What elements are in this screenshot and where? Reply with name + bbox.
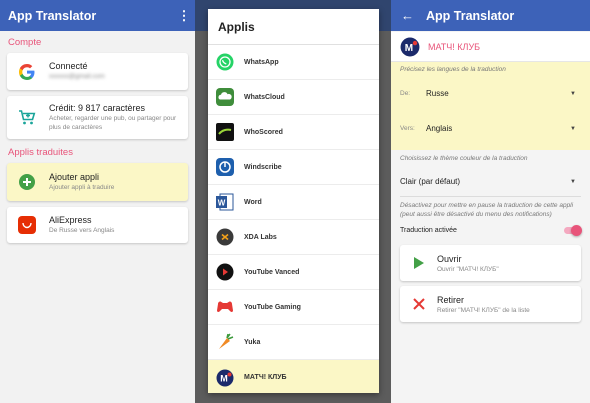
credit-title: Crédit: 9 817 caractères (49, 103, 146, 114)
app-title: App Translator (426, 8, 515, 23)
add-app-title: Ajouter appli (49, 171, 100, 182)
overflow-menu-icon[interactable]: ⋮ (177, 8, 191, 24)
dropdown-arrow-icon: ▼ (570, 125, 576, 132)
source-language-select[interactable]: De: Russe ▼ (391, 79, 590, 109)
dropdown-arrow-icon: ▼ (570, 90, 576, 97)
app-name: Windscribe (244, 163, 282, 171)
aliexpress-icon (15, 216, 39, 234)
pause-hint: Désactivez pour mettre en pause la tradu… (400, 201, 574, 218)
svg-text:W: W (218, 199, 226, 208)
match-club-icon: M (216, 369, 234, 387)
target-language-select[interactable]: Vers: Anglais ▼ (391, 114, 590, 144)
account-status: Connecté (49, 61, 88, 72)
apps-dialog: Applis WhatsApp WhatsCloud WhoScored Win… (208, 9, 379, 393)
target-language-value: Anglais (426, 124, 453, 134)
toggle-knob (571, 224, 582, 236)
remove-app-button[interactable]: Retirer Retirer "МАТЧ! КЛУБ" de la liste (400, 286, 581, 323)
svg-text:M: M (405, 42, 413, 53)
theme-select[interactable]: Clair (par défaut) ▼ (391, 168, 590, 196)
youtube-gaming-icon (216, 298, 234, 316)
credit-hint: Acheter, regarder une pub, ou partager p… (49, 115, 177, 131)
app-name: YouTube Vanced (244, 268, 300, 276)
whatscloud-icon (216, 88, 234, 106)
selected-app-header: M МАТЧ! КЛУБ (391, 32, 590, 62)
app-settings-screen: ← App Translator M МАТЧ! КЛУБ Précisez l… (391, 0, 590, 403)
app-row-whatscloud[interactable]: WhatsCloud (208, 80, 379, 115)
app-bar: ← App Translator (391, 0, 590, 31)
youtube-vanced-icon (216, 263, 234, 281)
open-title: Ouvrir (437, 253, 462, 264)
translated-app-subtitle: De Russe vers Anglais (49, 226, 115, 234)
remove-title: Retirer (437, 294, 465, 305)
play-icon (411, 256, 427, 270)
dialog-title: Applis (208, 9, 379, 45)
language-section: Précisez les langues de la traduction De… (391, 62, 590, 150)
remove-subtitle: Retirer "МАТЧ! КЛУБ" de la liste (437, 306, 530, 314)
yuka-icon (216, 333, 234, 351)
open-app-button[interactable]: Ouvrir Ouvrir "МАТЧ! КЛУБ" (400, 245, 581, 282)
whoscored-icon (216, 123, 234, 141)
target-language-label: Vers: (400, 125, 415, 133)
account-card[interactable]: Connecté xxxxxx@gmail.com (7, 53, 188, 90)
app-name: Yuka (244, 338, 261, 346)
cart-plus-icon (15, 109, 39, 126)
source-language-value: Russe (426, 89, 449, 99)
translation-toggle-label: Traduction activée (400, 226, 457, 234)
apps-section-title: Applis traduites (8, 147, 73, 158)
theme-value: Clair (par défaut) (400, 177, 461, 187)
whatsapp-icon (216, 53, 234, 71)
app-row-yuka[interactable]: Yuka (208, 325, 379, 360)
app-name: WhatsApp (244, 58, 279, 66)
app-row-match-club[interactable]: M МАТЧ! КЛУБ (208, 360, 379, 393)
app-name: WhoScored (244, 128, 283, 136)
language-hint: Précisez les langues de la traduction (400, 66, 506, 73)
app-name: WhatsCloud (244, 93, 285, 101)
translation-toggle-row[interactable]: Traduction activée (391, 223, 590, 237)
selected-app-name: МАТЧ! КЛУБ (428, 41, 481, 52)
app-name: Word (244, 198, 262, 206)
app-name: YouTube Gaming (244, 303, 301, 311)
back-arrow-icon[interactable]: ← (401, 8, 414, 23)
account-email: xxxxxx@gmail.com (49, 73, 105, 81)
main-screen: App Translator ⋮ Compte Connecté xxxxxx@… (0, 0, 195, 403)
app-name: МАТЧ! КЛУБ (244, 374, 287, 381)
xda-labs-icon (216, 228, 234, 246)
credit-card[interactable]: Crédit: 9 817 caractères Acheter, regard… (7, 96, 188, 139)
dropdown-arrow-icon: ▼ (570, 178, 576, 185)
theme-hint: Choisissez le thème couleur de la traduc… (400, 155, 528, 162)
svg-text:M: M (220, 373, 228, 383)
app-row-word[interactable]: W Word (208, 185, 379, 220)
app-picker-screen: Applis WhatsApp WhatsCloud WhoScored Win… (195, 0, 391, 403)
source-language-label: De: (400, 90, 411, 98)
translation-toggle[interactable] (564, 224, 582, 236)
app-row-xda-labs[interactable]: XDA Labs (208, 220, 379, 255)
app-row-youtube-vanced[interactable]: YouTube Vanced (208, 255, 379, 290)
app-row-windscribe[interactable]: Windscribe (208, 150, 379, 185)
app-name: XDA Labs (244, 233, 277, 241)
windscribe-icon (216, 158, 234, 176)
add-app-subtitle: Ajouter appli à traduire (49, 183, 115, 191)
word-icon: W (216, 193, 234, 211)
app-row-whoscored[interactable]: WhoScored (208, 115, 379, 150)
translated-app-title: AliExpress (49, 214, 92, 225)
close-icon (411, 297, 427, 311)
app-title: App Translator (8, 8, 97, 23)
app-row-youtube-gaming[interactable]: YouTube Gaming (208, 290, 379, 325)
add-circle-icon (15, 174, 39, 190)
app-bar: App Translator ⋮ (0, 0, 195, 31)
open-subtitle: Ouvrir "МАТЧ! КЛУБ" (437, 265, 499, 273)
match-club-icon: M (400, 37, 420, 56)
add-app-card[interactable]: Ajouter appli Ajouter appli à traduire (7, 163, 188, 201)
google-icon (15, 63, 39, 80)
app-row-whatsapp[interactable]: WhatsApp (208, 45, 379, 80)
translated-app-item[interactable]: AliExpress De Russe vers Anglais (7, 207, 188, 243)
account-section-title: Compte (8, 37, 42, 48)
